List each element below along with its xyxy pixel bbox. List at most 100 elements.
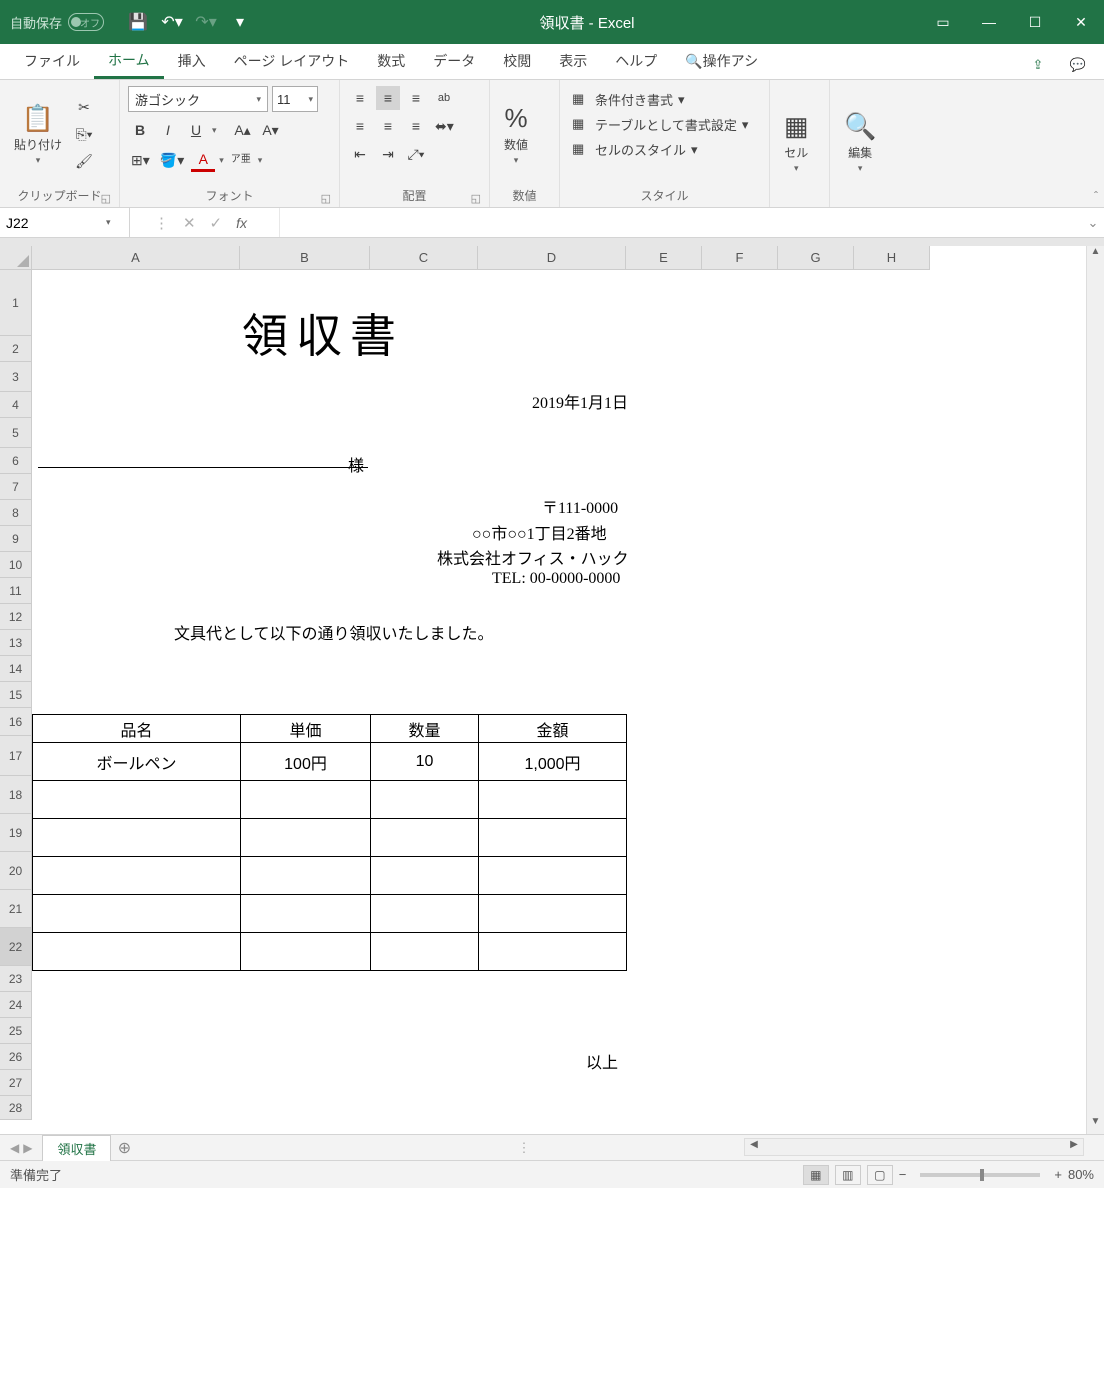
row-header-19[interactable]: 19 xyxy=(0,814,32,852)
increase-indent-icon[interactable]: ⇥ xyxy=(376,142,400,166)
align-middle-icon[interactable]: ≡ xyxy=(376,86,400,110)
col-header-E[interactable]: E xyxy=(626,246,702,270)
font-color-icon[interactable]: A xyxy=(191,148,215,172)
autosave-toggle[interactable]: 自動保存 オフ xyxy=(10,13,104,32)
redo-icon[interactable]: ↷▾ xyxy=(192,8,220,36)
fill-color-icon[interactable]: 🪣▾ xyxy=(157,148,187,172)
col-header-B[interactable]: B xyxy=(240,246,370,270)
row-header-6[interactable]: 6 xyxy=(0,448,32,474)
row-headers[interactable]: 1234567891011121314151617181920212223242… xyxy=(0,270,32,1120)
copy-icon[interactable]: ⎘▾ xyxy=(72,122,96,146)
save-icon[interactable]: 💾 xyxy=(124,8,152,36)
tab-home[interactable]: ホーム xyxy=(94,43,164,79)
conditional-format-button[interactable]: ▦条件付き書式 ▾ xyxy=(568,88,761,111)
tab-review[interactable]: 校閲 xyxy=(489,43,545,79)
vertical-scrollbar[interactable]: ▲ ▼ xyxy=(1086,246,1104,1134)
tab-file[interactable]: ファイル xyxy=(10,43,94,79)
customize-qat-icon[interactable]: ▾ xyxy=(226,8,254,36)
horizontal-scrollbar[interactable]: ◀ ▶ xyxy=(744,1138,1084,1156)
ribbon-display-icon[interactable]: ▭ xyxy=(920,0,966,44)
clipboard-dialog-icon[interactable]: ◱ xyxy=(101,192,111,205)
row-header-24[interactable]: 24 xyxy=(0,992,32,1018)
wrap-text-icon[interactable]: ab xyxy=(432,86,456,110)
row-header-13[interactable]: 13 xyxy=(0,630,32,656)
cancel-icon[interactable]: ✕ xyxy=(183,214,196,232)
row-header-9[interactable]: 9 xyxy=(0,526,32,552)
bold-button[interactable]: B xyxy=(128,118,152,142)
zoom-level[interactable]: 80% xyxy=(1068,1167,1094,1182)
tab-view[interactable]: 表示 xyxy=(545,43,601,79)
cut-icon[interactable]: ✂ xyxy=(72,95,96,119)
row-header-15[interactable]: 15 xyxy=(0,682,32,708)
scroll-up-icon[interactable]: ▲ xyxy=(1087,246,1104,264)
cells-area[interactable]: 領収書 2019年1月1日 様 〒111-0000 ○○市○○1丁目2番地 株式… xyxy=(32,270,930,1120)
column-headers[interactable]: ABCDEFGH xyxy=(32,246,930,270)
close-icon[interactable]: ✕ xyxy=(1058,0,1104,44)
maximize-icon[interactable]: ☐ xyxy=(1012,0,1058,44)
align-left-icon[interactable]: ≡ xyxy=(348,114,372,138)
row-header-1[interactable]: 1 xyxy=(0,270,32,336)
minimize-icon[interactable]: — xyxy=(966,0,1012,44)
sheet-nav-next-icon[interactable]: ▶ xyxy=(23,1141,32,1155)
worksheet-grid[interactable]: ABCDEFGH 1234567891011121314151617181920… xyxy=(0,246,1104,1134)
name-box[interactable]: ▾ xyxy=(0,208,130,237)
col-header-A[interactable]: A xyxy=(32,246,240,270)
row-header-16[interactable]: 16 xyxy=(0,708,32,736)
zoom-out-icon[interactable]: − xyxy=(899,1167,907,1182)
scroll-left-icon[interactable]: ◀ xyxy=(745,1139,763,1155)
tab-page-layout[interactable]: ページ レイアウト xyxy=(220,43,364,79)
tell-me[interactable]: 🔍 操作アシ xyxy=(671,43,772,79)
tab-insert[interactable]: 挿入 xyxy=(164,43,220,79)
align-right-icon[interactable]: ≡ xyxy=(404,114,428,138)
col-header-D[interactable]: D xyxy=(478,246,626,270)
comments-icon[interactable]: 💬 xyxy=(1062,51,1094,79)
row-header-27[interactable]: 27 xyxy=(0,1070,32,1096)
row-header-11[interactable]: 11 xyxy=(0,578,32,604)
row-header-26[interactable]: 26 xyxy=(0,1044,32,1070)
row-header-28[interactable]: 28 xyxy=(0,1096,32,1120)
shrink-font-icon[interactable]: A▾ xyxy=(259,118,283,142)
row-header-14[interactable]: 14 xyxy=(0,656,32,682)
normal-view-icon[interactable]: ▦ xyxy=(803,1165,829,1185)
font-name-combo[interactable]: 游ゴシック▾ xyxy=(128,86,268,112)
orientation-icon[interactable]: ⤢▾ xyxy=(404,142,428,166)
expand-formula-bar-icon[interactable]: ⌄ xyxy=(1082,208,1104,237)
fx-icon[interactable]: fx xyxy=(236,215,247,231)
collapse-ribbon-icon[interactable]: ˆ xyxy=(1094,189,1098,203)
row-header-21[interactable]: 21 xyxy=(0,890,32,928)
align-top-icon[interactable]: ≡ xyxy=(348,86,372,110)
sheet-tab-active[interactable]: 領収書 xyxy=(42,1135,111,1161)
col-header-F[interactable]: F xyxy=(702,246,778,270)
underline-button[interactable]: U xyxy=(184,118,208,142)
zoom-slider[interactable] xyxy=(920,1173,1040,1177)
row-header-18[interactable]: 18 xyxy=(0,776,32,814)
borders-icon[interactable]: ⊞▾ xyxy=(128,148,153,172)
font-size-combo[interactable]: 11▾ xyxy=(272,86,318,112)
zoom-in-icon[interactable]: + xyxy=(1054,1167,1062,1182)
new-sheet-icon[interactable]: ⊕ xyxy=(111,1138,137,1158)
row-header-10[interactable]: 10 xyxy=(0,552,32,578)
find-select-button[interactable]: 🔍 編集 ▾ xyxy=(838,84,882,201)
format-painter-icon[interactable]: 🖌 xyxy=(72,149,96,173)
page-break-view-icon[interactable]: ▢ xyxy=(867,1165,893,1185)
tab-formulas[interactable]: 数式 xyxy=(363,43,419,79)
row-header-12[interactable]: 12 xyxy=(0,604,32,630)
cell-styles-button[interactable]: ▦セルのスタイル ▾ xyxy=(568,138,761,161)
decrease-indent-icon[interactable]: ⇤ xyxy=(348,142,372,166)
grow-font-icon[interactable]: A▴ xyxy=(231,118,255,142)
number-format-button[interactable]: % 数値 ▾ xyxy=(498,84,534,184)
share-icon[interactable]: ⇪ xyxy=(1022,51,1054,79)
row-header-8[interactable]: 8 xyxy=(0,500,32,526)
italic-button[interactable]: I xyxy=(156,118,180,142)
row-header-3[interactable]: 3 xyxy=(0,362,32,392)
row-header-7[interactable]: 7 xyxy=(0,474,32,500)
undo-icon[interactable]: ↶▾ xyxy=(158,8,186,36)
row-header-20[interactable]: 20 xyxy=(0,852,32,890)
merge-center-icon[interactable]: ⬌▾ xyxy=(432,114,457,138)
col-header-C[interactable]: C xyxy=(370,246,478,270)
format-as-table-button[interactable]: ▦テーブルとして書式設定 ▾ xyxy=(568,113,761,136)
paste-button[interactable]: 📋 貼り付け ▾ xyxy=(8,84,68,184)
cells-button[interactable]: ▦ セル ▾ xyxy=(778,84,815,201)
name-box-input[interactable] xyxy=(6,215,106,231)
name-box-dropdown-icon[interactable]: ▾ xyxy=(106,217,111,228)
